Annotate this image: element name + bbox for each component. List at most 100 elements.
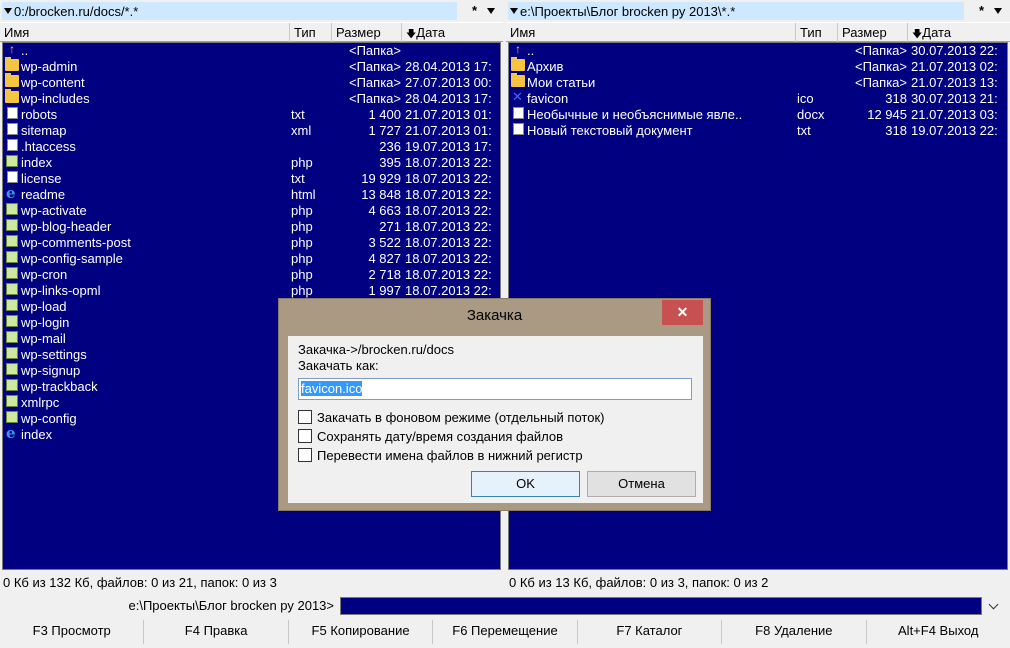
filename-input[interactable]: favicon.ico [298,378,692,400]
file-date: 18.07.2013 22: [405,267,492,282]
function-key-bar: F3 Просмотр F4 Правка F5 Копирование F6 Пер… [0,620,1010,644]
file-type: php [291,219,313,234]
php-file-icon [6,347,18,359]
fkey-button[interactable]: F6 Перемещение [433,620,578,644]
file-row[interactable]: wp-includes <Папка> 28.04.2013 17: [3,89,500,107]
command-line-label: e:\Проекты\Блог brocken ру 2013> [128,598,335,613]
file-name: wp-blog-header [21,219,112,234]
fkey-button[interactable]: Alt+F4 Выход [867,620,1010,644]
column-size[interactable]: Размер [332,23,402,42]
file-name: .. [527,43,535,58]
file-date: 21.07.2013 03: [911,107,998,122]
file-row[interactable]: wp-config-sample php 4 827 18.07.2013 22: [3,251,500,267]
fkey-button[interactable]: F7 Каталог [578,620,723,644]
cancel-button[interactable]: Отмена [587,471,696,497]
file-size: 4 663 [368,203,401,218]
file-row[interactable]: Архив <Папка> 21.07.2013 02: [509,57,1007,75]
column-date-label: Дата [416,25,446,40]
column-date-label: Дата [922,25,952,40]
file-name: index [21,155,53,170]
file-name: wp-admin [21,59,78,74]
left-path-bar[interactable]: 0:/brocken.ru/docs/*.* * [0,0,503,22]
file-row[interactable]: wp-blog-header php 271 18.07.2013 22: [3,219,500,235]
right-drive-dropdown-icon[interactable] [994,8,1002,14]
file-row[interactable]: wp-comments-post php 3 522 18.07.2013 22: [3,235,500,251]
file-size: 318 [885,123,907,138]
file-row[interactable]: .htaccess 236 19.07.2013 17: [3,139,500,155]
file-row[interactable]: robots txt 1 400 21.07.2013 01: [3,107,500,123]
php-file-icon [6,235,18,247]
column-name[interactable]: Имя [0,23,290,42]
file-row[interactable]: Необычные и необъяснимые явле.. docx 12 94… [509,107,1007,123]
file-row[interactable]: Мои статьи <Папка> 21.07.2013 13: [509,73,1007,91]
command-history-dropdown[interactable] [982,597,1004,615]
file-row[interactable]: wp-content <Папка> 27.07.2013 00: [3,73,500,91]
checkbox-lowercase-names[interactable] [298,448,312,462]
fkey-button[interactable]: F8 Удаление [722,620,867,644]
file-size: <Папка> [349,91,401,106]
column-name[interactable]: Имя [506,23,796,42]
option-lowercase-names[interactable]: Перевести имена файлов в нижний регистр [298,447,583,463]
fkey-button[interactable]: F3 Просмотр [0,620,145,644]
ok-button[interactable]: OK [471,471,580,497]
option-background-upload[interactable]: Закачать в фоновом режиме (отдельный пот… [298,409,604,425]
file-row[interactable]: Новый текстовый документ txt 318 19.07.2013… [509,123,1007,139]
column-date[interactable]: 🡇Дата [402,23,503,42]
folder-icon [5,73,19,87]
fkey-button[interactable]: F5 Копирование [289,620,434,644]
command-line: e:\Проекты\Блог brocken ру 2013> [0,594,1010,618]
right-column-header: Имя Тип Размер 🡇Дата [506,22,1010,42]
file-type: php [291,235,313,250]
column-type[interactable]: Тип [796,23,838,42]
fkey-button[interactable]: F4 Правка [144,620,289,644]
column-size[interactable]: Размер [838,23,908,42]
file-date: 18.07.2013 22: [405,251,492,266]
option-preserve-datetime[interactable]: Сохранять дату/время создания файлов [298,428,563,444]
php-file-icon [6,299,18,311]
php-file-icon [6,379,18,391]
file-row[interactable]: index php 395 18.07.2013 22: [3,155,500,171]
chevron-down-icon[interactable] [510,8,518,14]
file-size: 1 727 [368,123,401,138]
file-row[interactable]: ✕ favicon ico 318 30.07.2013 21: [509,89,1007,107]
command-line-input[interactable] [340,597,982,615]
left-drive-dropdown-icon[interactable] [487,8,495,14]
favicon-file-icon: ✕ [512,89,523,104]
file-row[interactable]: sitemap xml 1 727 21.07.2013 01: [3,123,500,139]
right-path[interactable]: e:\Проекты\Блог brocken ру 2013\*.* [508,2,964,20]
document-icon [513,107,524,119]
column-type[interactable]: Тип [290,23,332,42]
file-type: php [291,267,313,282]
file-row[interactable]: ↑.. <Папка> [3,43,500,59]
file-row[interactable]: wp-links-opml php 1 997 18.07.2013 22: [3,283,500,299]
upload-dialog: Закачка ✕ Закачка->/brocken.ru/docs Зака… [278,298,711,511]
checkbox-background-upload[interactable] [298,410,312,424]
file-type: xml [291,123,312,138]
file-size: 13 848 [361,187,401,202]
file-name: wp-trackback [21,379,98,394]
right-filter-star[interactable]: * [979,3,984,18]
filename-selected-text: favicon.ico [301,381,363,396]
column-date[interactable]: 🡇Дата [908,23,1010,42]
file-row[interactable]: ↑.. <Папка> 30.07.2013 22: [509,43,1007,59]
checkbox-preserve-datetime[interactable] [298,429,312,443]
php-file-icon [6,155,18,167]
left-column-header: Имя Тип Размер 🡇Дата [0,22,503,42]
file-name: .. [21,43,29,58]
file-name: xmlrpc [21,395,60,410]
file-row[interactable]: e readme html 13 848 18.07.2013 22: [3,186,500,203]
file-name: Новый текстовый документ [527,123,693,138]
chevron-down-icon[interactable] [4,8,12,14]
left-filter-star[interactable]: * [472,3,477,18]
close-icon[interactable]: ✕ [662,300,703,325]
file-row[interactable]: wp-activate php 4 663 18.07.2013 22: [3,203,500,219]
file-row[interactable]: license txt 19 929 18.07.2013 22: [3,171,500,187]
left-path[interactable]: 0:/brocken.ru/docs/*.* [2,2,457,20]
file-row[interactable]: wp-admin <Папка> 28.04.2013 17: [3,57,500,75]
file-type: txt [797,123,811,138]
right-path-bar[interactable]: e:\Проекты\Блог brocken ру 2013\*.* * [506,0,1010,22]
up-arrow-icon: ↑ [515,42,521,56]
file-row[interactable]: wp-cron php 2 718 18.07.2013 22: [3,267,500,283]
file-name: license [21,171,62,186]
file-size: <Папка> [855,75,907,90]
